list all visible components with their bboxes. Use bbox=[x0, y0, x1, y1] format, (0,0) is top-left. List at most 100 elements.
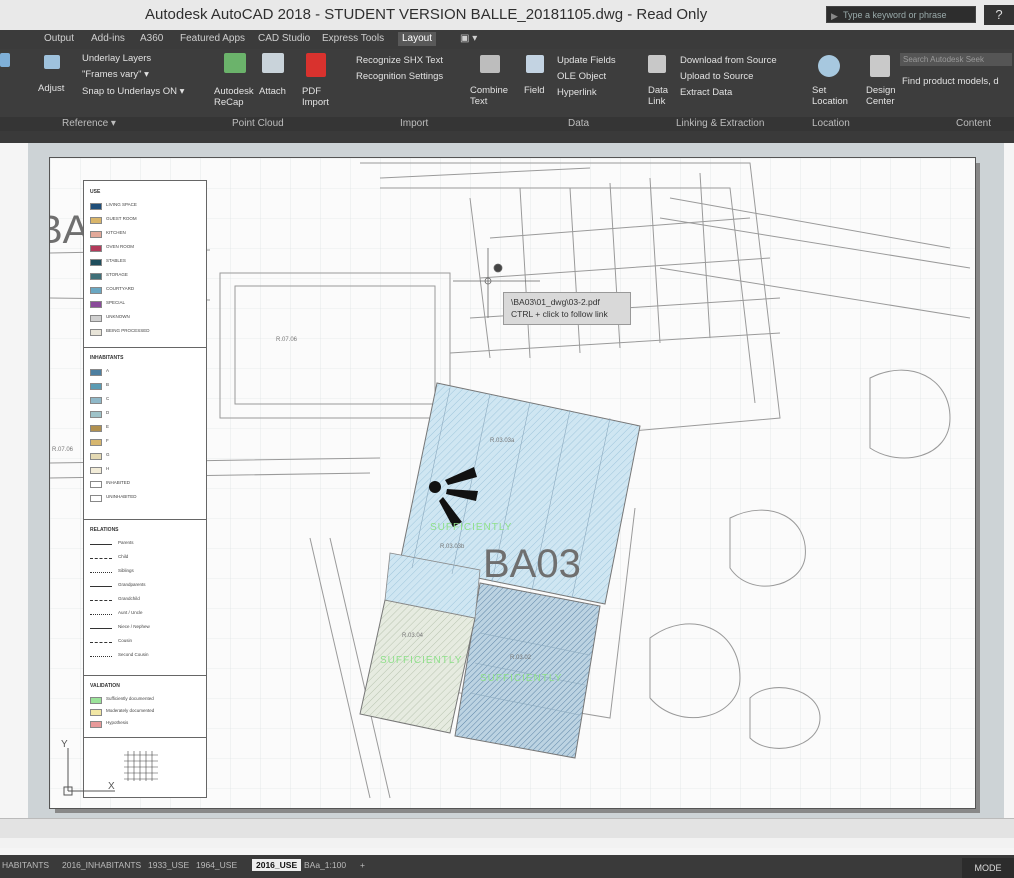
extract-data-button[interactable]: Extract Data bbox=[680, 87, 732, 98]
ucs-icon: Y X bbox=[61, 739, 115, 796]
legend-use-label: STORAGE bbox=[106, 272, 128, 277]
legend-inhabitant-swatch bbox=[90, 425, 102, 432]
tab-output[interactable]: Output bbox=[44, 33, 74, 44]
legend-use-label: STABLES bbox=[106, 258, 126, 263]
tab-add-ins[interactable]: Add-ins bbox=[91, 33, 125, 44]
legend-inhabitant-label: C bbox=[106, 396, 110, 401]
legend-inhabitant-row: UNINHABITED bbox=[90, 494, 200, 502]
layout-tab-baa[interactable]: BAa_1:100 bbox=[304, 860, 346, 870]
download-source-button[interactable]: Download from Source bbox=[680, 55, 777, 66]
seek-search-input[interactable]: Search Autodesk Seek bbox=[900, 53, 1012, 66]
data-link-icon[interactable] bbox=[648, 55, 666, 73]
legend-relation-row: Grandchild bbox=[90, 596, 200, 603]
tab-layout[interactable]: Layout bbox=[398, 32, 437, 46]
file-tab-strip bbox=[0, 131, 1014, 143]
legend-inhabitant-label: B bbox=[106, 382, 110, 387]
legend-relation-row: Niece / Nephew bbox=[90, 624, 200, 631]
globe-icon[interactable] bbox=[818, 55, 840, 77]
tab-express-tools[interactable]: Express Tools bbox=[322, 33, 384, 44]
legend-validation-row: Moderately documented bbox=[90, 708, 200, 716]
tab-a360[interactable]: A360 bbox=[140, 33, 163, 44]
tab-cad-studio[interactable]: CAD Studio bbox=[258, 33, 310, 44]
legend-relation-line-sample bbox=[90, 628, 112, 629]
legend-use-label: BEING PROCESSED bbox=[106, 328, 150, 333]
panel-title-linking: Linking & Extraction bbox=[676, 118, 765, 129]
legend-relation-label: Cousin bbox=[118, 638, 133, 643]
pdf-icon[interactable] bbox=[306, 53, 326, 77]
room-label-left: R.07.06 bbox=[52, 447, 74, 453]
add-layout-button[interactable]: + bbox=[360, 860, 365, 870]
recognize-shx-button[interactable]: Recognize SHX Text bbox=[356, 55, 443, 66]
design-center-icon[interactable] bbox=[870, 55, 890, 77]
legend-relation-label: Parents bbox=[118, 540, 134, 545]
underlay-layers-button[interactable]: Underlay Layers bbox=[82, 53, 151, 64]
panel-title-import: Import bbox=[400, 118, 429, 129]
legend-relation-label: Child bbox=[118, 554, 129, 559]
search-input[interactable]: ▶ Type a keyword or phrase bbox=[826, 6, 976, 23]
legend-relation-row: Second Cousin bbox=[90, 652, 200, 659]
legend-use-swatch bbox=[90, 329, 102, 336]
validation-label-1: SUFFICIENTLY bbox=[430, 522, 513, 533]
legend-relation-line-sample bbox=[90, 614, 112, 615]
legend-use-swatch bbox=[90, 301, 102, 308]
layout-tab-1933-use[interactable]: 1933_USE bbox=[148, 860, 189, 870]
panel-title-location: Location bbox=[812, 118, 850, 129]
snap-to-underlays-button[interactable]: Snap to Underlays ON ▾ bbox=[82, 86, 184, 97]
attach-button[interactable]: Attach bbox=[259, 86, 286, 97]
layout-tab-1964-use[interactable]: 1964_USE bbox=[196, 860, 237, 870]
legend-relation-line-sample bbox=[90, 544, 112, 545]
layout-tab-2016-use[interactable]: 2016_USE bbox=[252, 859, 302, 871]
tab-extra[interactable]: ▣ ▾ bbox=[460, 33, 477, 44]
upload-source-button[interactable]: Upload to Source bbox=[680, 71, 753, 82]
pdf-import-button[interactable]: PDF Import bbox=[302, 86, 334, 108]
seek-search-placeholder: Search Autodesk Seek bbox=[903, 55, 984, 64]
field-button[interactable]: Field bbox=[524, 85, 545, 96]
ole-object-button[interactable]: OLE Object bbox=[557, 71, 606, 82]
field-icon[interactable] bbox=[526, 55, 544, 73]
combine-text-button[interactable]: Combine Text bbox=[470, 85, 508, 107]
legend-use-label: SPECIAL bbox=[106, 300, 126, 305]
legend-relation-label: Grandparents bbox=[118, 582, 146, 587]
frames-vary-button[interactable]: "Frames vary" ▾ bbox=[82, 69, 149, 80]
layout-paper[interactable]: R.07.06 R.03.03a R.03.03b R.03.04 R.03.0… bbox=[49, 157, 976, 809]
design-center-button[interactable]: Design Center bbox=[866, 85, 900, 107]
adjust-button[interactable]: Adjust bbox=[38, 83, 64, 94]
set-location-button[interactable]: Set Location bbox=[812, 85, 850, 107]
legend-inhabitant-label: F bbox=[106, 438, 109, 443]
attach-icon[interactable] bbox=[262, 53, 284, 73]
legend-inhabitant-label: H bbox=[106, 466, 110, 471]
legend-inhabitant-row: D bbox=[90, 410, 200, 418]
legend-validation-swatch bbox=[90, 697, 102, 704]
legend-use-swatch bbox=[90, 245, 102, 252]
room-label-r0303a: R.03.03a bbox=[490, 438, 515, 444]
adjust-icon[interactable] bbox=[44, 55, 60, 69]
legend-inhabitant-row: B bbox=[90, 382, 200, 390]
model-toggle-button[interactable]: MODE bbox=[962, 858, 1014, 878]
recognition-settings-button[interactable]: Recognition Settings bbox=[356, 71, 443, 82]
combine-text-icon[interactable] bbox=[480, 55, 500, 73]
legend-inhabitant-label: G bbox=[106, 452, 110, 457]
layout-tab-2016-inhabitants[interactable]: 2016_INHABITANTS bbox=[62, 860, 141, 870]
hyperlink-button[interactable]: Hyperlink bbox=[557, 87, 597, 98]
panel-title-reference[interactable]: Reference ▾ bbox=[62, 118, 116, 129]
data-link-button[interactable]: Data Link bbox=[648, 85, 672, 107]
legend-inhabitants-title: INHABITANTS bbox=[90, 355, 124, 361]
legend-use-label: COURTYARD bbox=[106, 286, 135, 291]
legend-inhabitant-label: UNINHABITED bbox=[106, 494, 137, 499]
room-label-r0706: R.07.06 bbox=[276, 337, 298, 343]
validation-label-2: SUFFICIENTLY bbox=[380, 655, 463, 666]
recap-button[interactable]: Autodesk ReCap bbox=[214, 86, 254, 108]
legend-validation-label: Moderately documented bbox=[106, 708, 155, 713]
legend-inhabitant-swatch bbox=[90, 411, 102, 418]
legend-use-swatch bbox=[90, 273, 102, 280]
layout-tab-habitants[interactable]: HABITANTS bbox=[2, 860, 49, 870]
window-title: Autodesk AutoCAD 2018 - STUDENT VERSION … bbox=[145, 6, 708, 23]
update-fields-button[interactable]: Update Fields bbox=[557, 55, 616, 66]
help-icon[interactable]: ? bbox=[984, 5, 1014, 25]
recap-icon[interactable] bbox=[224, 53, 246, 73]
tab-featured-apps[interactable]: Featured Apps bbox=[180, 33, 245, 44]
search-placeholder: Type a keyword or phrase bbox=[843, 10, 947, 20]
legend-relation-row: Siblings bbox=[90, 568, 200, 575]
drawing-status-strip bbox=[0, 818, 1014, 839]
legend-inhabitant-swatch bbox=[90, 495, 102, 502]
